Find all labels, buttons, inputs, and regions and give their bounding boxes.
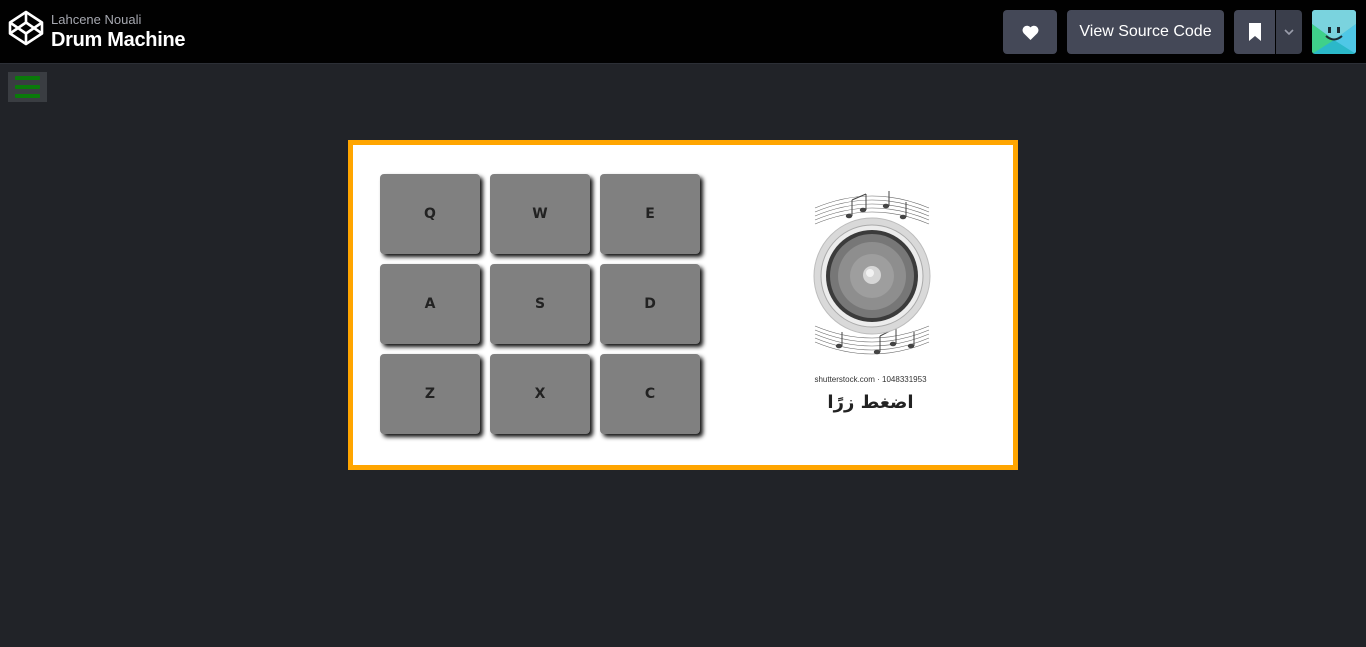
user-avatar[interactable] xyxy=(1312,10,1356,54)
drum-pad-d[interactable]: D xyxy=(600,264,700,344)
heart-icon xyxy=(1022,25,1038,40)
drum-pad-x[interactable]: X xyxy=(490,354,590,434)
drum-pad-a[interactable]: A xyxy=(380,264,480,344)
bookmark-dropdown-button[interactable] xyxy=(1276,10,1302,54)
top-bar: Lahcene Nouali Drum Machine View Source … xyxy=(0,0,1366,64)
avatar-smiley-icon xyxy=(1312,10,1356,54)
bookmark-icon xyxy=(1248,23,1261,41)
pen-title: Drum Machine xyxy=(51,29,186,51)
view-source-button[interactable]: View Source Code xyxy=(1067,10,1224,54)
drum-pad-w[interactable]: W xyxy=(490,174,590,254)
drum-pad-q[interactable]: Q xyxy=(380,174,480,254)
drum-machine: QWEASDZXC shutterstock.com · 1048331953 … xyxy=(348,140,1018,470)
like-button[interactable] xyxy=(1003,10,1057,54)
drum-pad-s[interactable]: S xyxy=(490,264,590,344)
drum-pad-e[interactable]: E xyxy=(600,174,700,254)
drum-pad-c[interactable]: C xyxy=(600,354,700,434)
hamburger-menu-button[interactable] xyxy=(8,72,47,102)
sound-display: اضغط زرًا xyxy=(827,392,914,413)
author-name[interactable]: Lahcene Nouali xyxy=(51,12,141,27)
image-credit: shutterstock.com · 1048331953 xyxy=(814,375,927,384)
hamburger-icon xyxy=(15,76,40,80)
drum-pad-z[interactable]: Z xyxy=(380,354,480,434)
speaker-music-notes-image xyxy=(813,191,931,355)
chevron-down-icon xyxy=(1284,29,1294,35)
codepen-logo-icon[interactable] xyxy=(8,10,44,46)
bookmark-button[interactable] xyxy=(1234,10,1275,54)
